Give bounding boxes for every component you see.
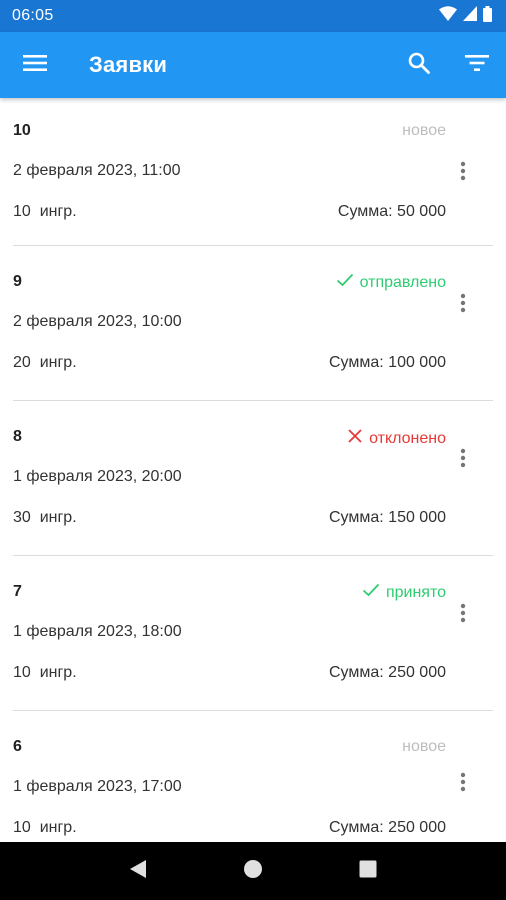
status-badge: новое (402, 122, 446, 140)
order-card[interactable]: 7 принято 1 февраля 2023, 18:00 10 ингр.… (13, 556, 493, 711)
close-icon (347, 428, 363, 449)
order-sum: Сумма: 100 000 (329, 354, 446, 371)
order-date: 1 февраля 2023, 20:00 (13, 468, 182, 485)
signal-icon (463, 6, 477, 26)
order-id: 8 (13, 428, 22, 445)
order-id: 6 (13, 738, 22, 755)
more-vert-icon (460, 603, 466, 628)
order-ingredients: 20 ингр. (13, 354, 77, 371)
order-sum: Сумма: 250 000 (329, 664, 446, 681)
status-label: новое (402, 738, 446, 755)
order-card[interactable]: 10 новое 2 февраля 2023, 11:00 10 ингр. … (13, 98, 493, 246)
search-button[interactable] (390, 32, 448, 98)
filter-button[interactable] (448, 32, 506, 98)
order-id: 10 (13, 122, 31, 139)
more-vert-icon (460, 293, 466, 318)
more-button[interactable] (451, 600, 475, 630)
check-icon (336, 273, 354, 292)
more-vert-icon (460, 448, 466, 473)
more-vert-icon (460, 772, 466, 797)
order-ingredients: 10 ингр. (13, 664, 77, 681)
status-label: отправлено (359, 273, 446, 291)
more-button[interactable] (451, 769, 475, 799)
system-nav-bar (0, 842, 506, 900)
order-date: 1 февраля 2023, 17:00 (13, 778, 182, 795)
order-date: 1 февраля 2023, 18:00 (13, 623, 182, 640)
status-label: новое (402, 122, 446, 139)
order-card[interactable]: 8 отклонено 1 февраля 2023, 20:00 30 инг… (13, 401, 493, 556)
status-bar: 06:05 (0, 0, 506, 32)
status-badge: принято (362, 583, 446, 602)
status-icons (439, 5, 492, 27)
order-sum: Сумма: 150 000 (329, 509, 446, 526)
order-sum: Сумма: 250 000 (329, 819, 446, 836)
more-vert-icon (460, 161, 466, 186)
search-icon (407, 51, 431, 80)
menu-icon (23, 54, 47, 77)
home-button[interactable] (233, 851, 273, 891)
check-icon (362, 583, 380, 602)
recents-button[interactable] (348, 851, 388, 891)
order-ingredients: 10 ингр. (13, 203, 77, 220)
order-date: 2 февраля 2023, 11:00 (13, 162, 181, 179)
order-date: 2 февраля 2023, 10:00 (13, 313, 182, 330)
battery-icon (483, 5, 492, 27)
recents-icon (359, 860, 377, 883)
order-card[interactable]: 6 новое 1 февраля 2023, 17:00 10 ингр. С… (13, 711, 493, 842)
orders-list: 10 новое 2 февраля 2023, 11:00 10 ингр. … (0, 98, 506, 842)
status-time: 06:05 (12, 7, 54, 24)
back-icon (129, 859, 147, 884)
back-button[interactable] (118, 851, 158, 891)
status-label: принято (385, 583, 446, 601)
home-icon (243, 859, 263, 884)
more-button[interactable] (451, 290, 475, 320)
status-badge: новое (402, 738, 446, 756)
app-bar: Заявки (0, 32, 506, 98)
order-sum: Сумма: 50 000 (337, 203, 446, 220)
menu-button[interactable] (0, 32, 70, 98)
order-card[interactable]: 9 отправлено 2 февраля 2023, 10:00 20 ин… (13, 246, 493, 401)
order-ingredients: 30 ингр. (13, 509, 77, 526)
status-badge: отклонено (347, 428, 446, 449)
order-id: 9 (13, 273, 22, 290)
status-label: отклонено (369, 429, 446, 447)
wifi-icon (439, 6, 457, 26)
more-button[interactable] (451, 445, 475, 475)
status-badge: отправлено (336, 273, 446, 292)
page-title: Заявки (89, 52, 168, 77)
order-ingredients: 10 ингр. (13, 819, 77, 836)
filter-icon (465, 54, 489, 77)
more-button[interactable] (451, 158, 475, 188)
order-id: 7 (13, 583, 22, 600)
